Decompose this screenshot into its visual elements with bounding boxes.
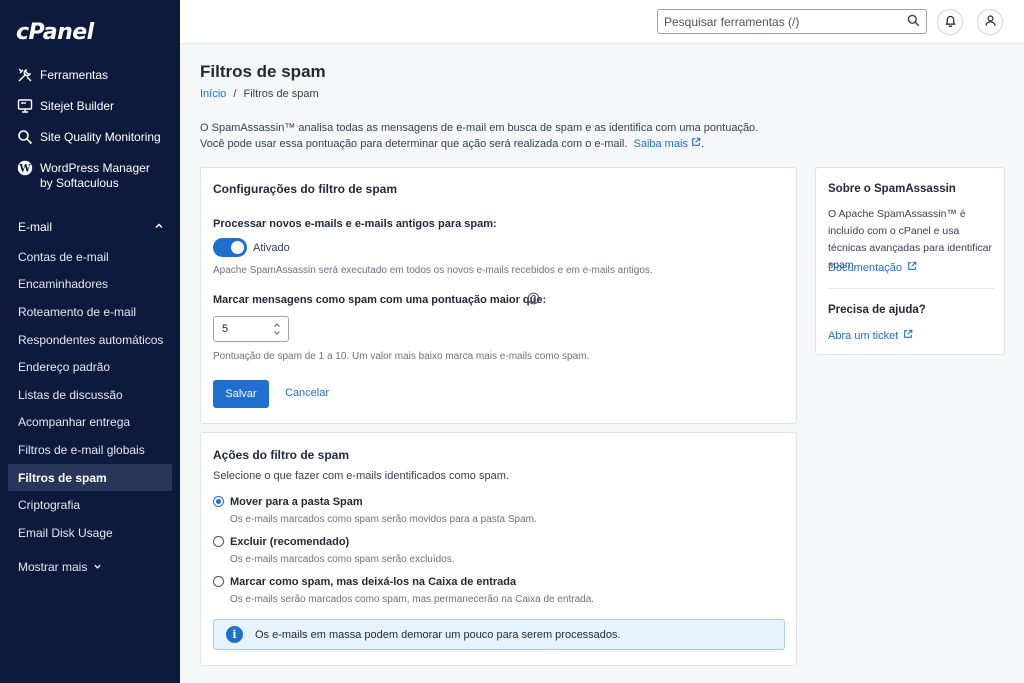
save-button[interactable]: Salvar [213, 380, 269, 408]
breadcrumb: Início / Filtros de spam [200, 88, 319, 100]
wordpress-label-line1: WordPress Manager [40, 161, 150, 175]
score-stepper[interactable]: 5 [213, 316, 289, 342]
sidebar-item-label: WordPress Manager by Softaculous [40, 159, 150, 191]
sidebar-item-disk-usage[interactable]: Email Disk Usage [0, 519, 180, 547]
radio-move-to-spam[interactable] [213, 496, 224, 507]
sidebar-item-ferramentas[interactable]: Ferramentas [0, 66, 180, 97]
sidebar-item-filtros-globais[interactable]: Filtros de e-mail globais [0, 436, 180, 464]
info-alert: i Os e-mails em massa podem demorar um p… [213, 619, 785, 650]
toggle-state-label: Ativado [253, 242, 290, 254]
svg-text:W: W [18, 164, 31, 175]
monitor-icon [16, 97, 34, 115]
documentation-label: Documentação [828, 261, 902, 274]
section-label: E-mail [18, 220, 53, 234]
score-help-text: Pontuação de spam de 1 a 10. Um valor ma… [213, 351, 590, 362]
sidebar-item-criptografia[interactable]: Criptografia [0, 491, 180, 519]
page-title: Filtros de spam [200, 62, 326, 81]
sidebar-item-listas[interactable]: Listas de discussão [0, 381, 180, 409]
cancel-button[interactable]: Cancelar [285, 387, 329, 399]
score-label: Marcar mensagens como spam com uma pontu… [213, 294, 547, 306]
user-menu-button[interactable] [977, 9, 1003, 35]
user-icon [984, 14, 997, 30]
radio-mark-keep-inbox[interactable] [213, 576, 224, 587]
sidebar-item-respondentes[interactable]: Respondentes automáticos [0, 326, 180, 354]
help-circle-icon[interactable] [527, 292, 540, 308]
sidebar-item-sitejet[interactable]: Sitejet Builder [0, 97, 180, 128]
sidebar-item-label: Sitejet Builder [40, 99, 115, 113]
external-link-icon [907, 261, 917, 274]
bell-icon [944, 14, 957, 30]
tools-icon [16, 66, 34, 84]
notifications-button[interactable] [937, 9, 963, 35]
open-ticket-label: Abra um ticket [828, 329, 899, 342]
spam-filter-settings-card: Configurações do filtro de spam Processa… [200, 167, 797, 424]
search-icon[interactable] [907, 14, 920, 30]
breadcrumb-current: Filtros de spam [243, 88, 319, 100]
breadcrumb-separator: / [233, 88, 237, 100]
intro-text: O SpamAssassin™ analisa todas as mensage… [200, 120, 780, 152]
sidebar-section-email[interactable]: E-mail [0, 216, 180, 238]
sidebar-item-site-quality[interactable]: Site Quality Monitoring [0, 128, 180, 159]
toggle-knob [231, 241, 244, 254]
search-icon [16, 128, 34, 146]
sidebar-item-contas[interactable]: Contas de e-mail [0, 243, 180, 271]
learn-more-link[interactable]: Saiba mais [633, 136, 701, 152]
show-more-label: Mostrar mais [18, 560, 88, 574]
settings-title: Configurações do filtro de spam [213, 182, 398, 196]
option-label: Mover para a pasta Spam [230, 496, 363, 508]
sidebar-item-label: Site Quality Monitoring [40, 130, 161, 144]
sidebar-top-nav: Ferramentas Sitejet Builder Site Quality… [0, 66, 180, 205]
option-description: Os e-mails marcados como spam serão excl… [230, 554, 455, 565]
sidebar-email-nav: Contas de e-mail Encaminhadores Roteamen… [0, 243, 180, 547]
wordpress-icon: W [16, 159, 34, 177]
show-more-button[interactable]: Mostrar mais [18, 560, 102, 574]
sidebar-item-endereco-padrao[interactable]: Endereço padrão [0, 353, 180, 381]
chevron-up-icon [154, 220, 164, 234]
sidebar: cPanel Ferramentas Sitejet Builder Site … [0, 0, 180, 683]
score-value: 5 [222, 323, 229, 335]
process-label: Processar novos e-mails e e-mails antigo… [213, 218, 497, 230]
alert-text: Os e-mails em massa podem demorar um pou… [255, 628, 621, 641]
actions-title: Ações do filtro de spam [213, 448, 350, 462]
sidebar-item-label: Ferramentas [40, 68, 109, 82]
breadcrumb-home-link[interactable]: Início [200, 88, 226, 100]
chevron-down-icon [93, 560, 102, 574]
radio-delete[interactable] [213, 536, 224, 547]
about-title: Sobre o SpamAssassin [828, 183, 956, 195]
sidebar-item-roteamento[interactable]: Roteamento de e-mail [0, 298, 180, 326]
intro-end: . [700, 138, 705, 150]
spam-filter-toggle[interactable] [213, 238, 247, 257]
learn-more-label: Saiba mais [633, 138, 688, 150]
help-title: Precisa de ajuda? [828, 304, 926, 316]
option-label: Excluir (recomendado) [230, 536, 350, 548]
external-link-icon [691, 136, 701, 152]
search-input[interactable] [664, 14, 907, 29]
sidebar-item-encaminhadores[interactable]: Encaminhadores [0, 271, 180, 299]
option-description: Os e-mails marcados como spam serão movi… [230, 514, 537, 525]
sidebar-item-acompanhar[interactable]: Acompanhar entrega [0, 409, 180, 437]
info-icon: i [226, 626, 243, 643]
cpanel-logo[interactable]: cPanel [16, 20, 94, 45]
actions-subtitle: Selecione o que fazer com e-mails identi… [213, 470, 509, 482]
option-label: Marcar como spam, mas deixá-los na Caixa… [230, 576, 517, 588]
toggle-help-text: Apache SpamAssassin será executado em to… [213, 265, 653, 276]
option-description: Os e-mails serão marcados como spam, mas… [230, 594, 595, 605]
side-info-card: Sobre o SpamAssassin O Apache SpamAssass… [815, 167, 1005, 355]
spam-filter-actions-card: Ações do filtro de spam Selecione o que … [200, 432, 797, 666]
stepper-arrows-icon[interactable] [273, 321, 281, 337]
sidebar-item-filtros-spam[interactable]: Filtros de spam [8, 463, 172, 492]
sidebar-item-wordpress[interactable]: W WordPress Manager by Softaculous [0, 159, 180, 205]
search-box [657, 9, 927, 34]
wordpress-label-line2: by Softaculous [40, 176, 119, 190]
top-bar [180, 0, 1024, 44]
external-link-icon [903, 329, 913, 342]
documentation-link[interactable]: Documentação [828, 261, 917, 274]
open-ticket-link[interactable]: Abra um ticket [828, 329, 913, 342]
side-divider [828, 288, 994, 289]
